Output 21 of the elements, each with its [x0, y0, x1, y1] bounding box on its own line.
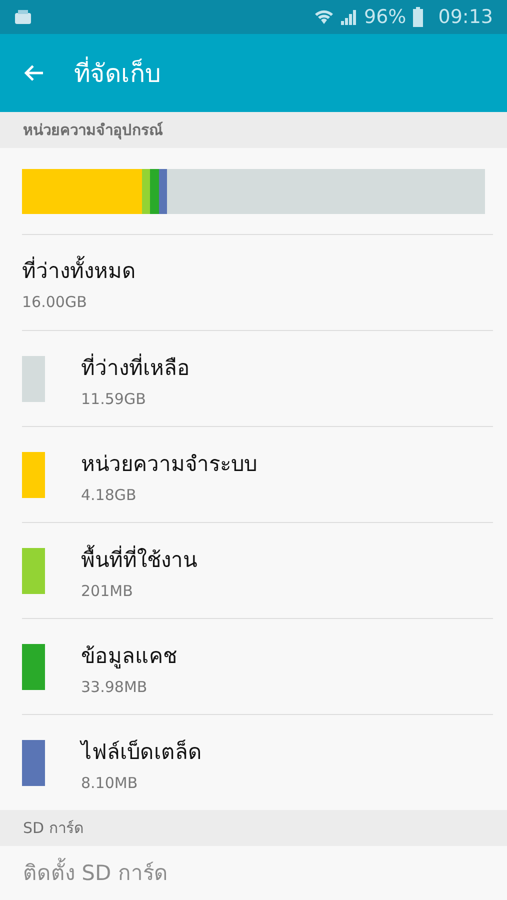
section-title: หน่วยความจำอุปกรณ์: [23, 120, 163, 142]
battery-percentage: 96%: [364, 6, 406, 28]
storage-category-label: ข้อมูลแคช: [81, 643, 177, 670]
storage-category-label: พื้นที่ที่ใช้งาน: [81, 543, 197, 576]
storage-category-size: 201MB: [81, 582, 134, 600]
wifi-icon: [314, 8, 334, 26]
storage-category-size: 8.10MB: [81, 774, 139, 792]
battery-icon: [412, 7, 424, 27]
toolbox-icon: [14, 9, 32, 25]
storage-category-label: ไฟล์เบ็ดเตล็ด: [81, 738, 202, 766]
storage-category-size: 33.98MB: [81, 678, 148, 696]
storage-category-size: 4.18GB: [81, 486, 138, 504]
section-title: SD การ์ด: [23, 818, 84, 839]
signal-icon: [340, 9, 358, 25]
storage-category-label: ที่ว่างที่เหลือ: [81, 351, 190, 384]
clock: 09:13: [438, 6, 493, 28]
total-space-value: 16.00GB: [22, 293, 88, 311]
page-title: ที่จัดเก็บ: [74, 53, 161, 93]
total-space-label: ที่ว่างทั้งหมด: [22, 254, 136, 287]
storage-category-label: หน่วยความจำระบบ: [81, 451, 257, 478]
storage-category-size: 11.59GB: [81, 390, 147, 408]
